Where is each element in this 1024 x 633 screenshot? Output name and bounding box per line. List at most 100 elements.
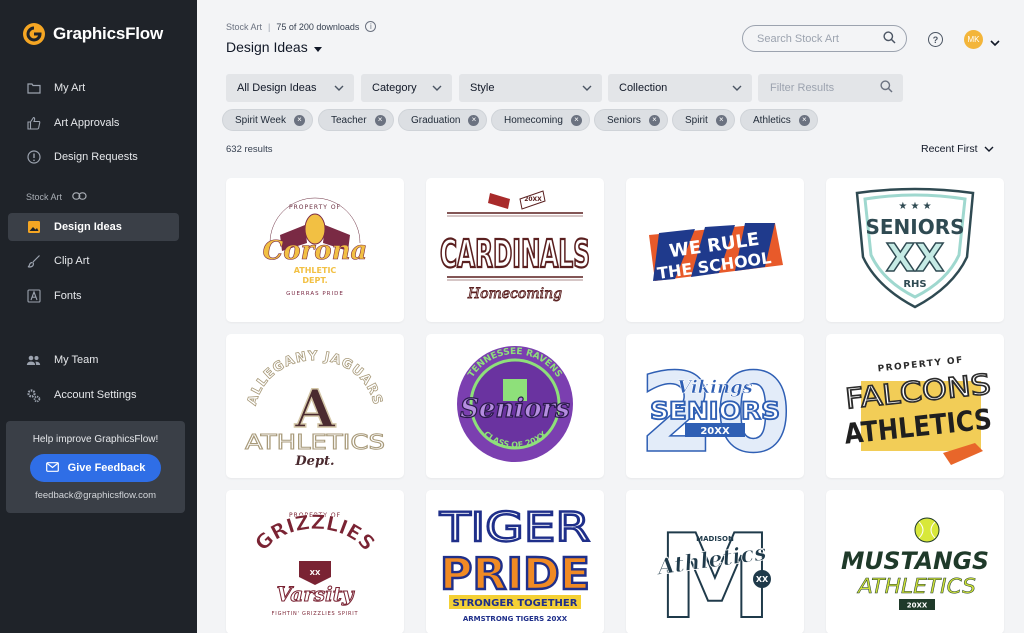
- filter-collection[interactable]: Collection: [608, 74, 752, 102]
- close-icon[interactable]: ×: [798, 114, 810, 126]
- chip-homecoming[interactable]: Homecoming ×: [491, 109, 590, 131]
- sidebar-item-label: Art Approvals: [54, 117, 120, 129]
- design-preview: ALLEGANY JAGUARS A ATHLETICS Dept.: [245, 349, 386, 469]
- design-text: XX: [886, 236, 945, 280]
- sidebar-item-art-approvals[interactable]: Art Approvals: [8, 109, 179, 137]
- filter-style[interactable]: Style: [459, 74, 602, 102]
- sidebar-item-account-settings[interactable]: Account Settings: [8, 381, 179, 409]
- design-text: Dept.: [294, 454, 334, 469]
- design-card-allegany-jaguars[interactable]: ALLEGANY JAGUARS A ATHLETICS Dept.: [226, 334, 404, 478]
- chip-teacher[interactable]: Teacher ×: [318, 109, 394, 131]
- design-card-seniors-rhs[interactable]: ★ ★ ★ SENIORS XX RHS: [826, 178, 1004, 322]
- design-card-vikings-seniors[interactable]: 20 Vikings SENIORS 20XX: [626, 334, 804, 478]
- design-card-mustangs-athletics[interactable]: MUSTANGS ATHLETICS 20XX: [826, 490, 1004, 633]
- sidebar-item-label: Account Settings: [54, 389, 137, 401]
- design-text: Seniors: [460, 394, 570, 424]
- design-text: Vikings: [677, 377, 753, 398]
- close-icon[interactable]: ×: [570, 114, 582, 126]
- chip-athletics[interactable]: Athletics ×: [740, 109, 818, 131]
- avatar[interactable]: MK: [964, 30, 983, 49]
- sidebar-item-label: My Team: [54, 354, 99, 366]
- feedback-panel-title: Help improve GraphicsFlow!: [32, 434, 159, 445]
- design-text: 20XX: [524, 196, 542, 203]
- design-card-tiger-pride[interactable]: TIGER PRIDE STRONGER TOGETHER ARMSTRONG …: [426, 490, 604, 633]
- chip-spirit[interactable]: Spirit ×: [672, 109, 735, 131]
- font-icon: [26, 289, 41, 304]
- sidebar-item-my-art[interactable]: My Art: [8, 74, 179, 102]
- chip-label: Spirit: [685, 114, 708, 126]
- sidebar-item-label: Fonts: [54, 290, 82, 302]
- chevron-down-icon: [984, 143, 994, 155]
- design-card-madison-athletics[interactable]: M MADISON Athletics XX: [626, 490, 804, 633]
- design-preview: PROPERTY OF GRIZZLIES XX Varsity FIGHTIN…: [250, 509, 381, 617]
- design-preview: PROPERTY OF FALCONS ATHLETICS: [843, 356, 993, 465]
- design-text: ★ ★ ★: [898, 201, 931, 212]
- breadcrumb-separator: |: [268, 21, 271, 32]
- close-icon[interactable]: ×: [715, 114, 727, 126]
- breadcrumb-stock-art[interactable]: Stock Art: [226, 22, 262, 32]
- chevron-down-icon: [432, 82, 442, 94]
- design-card-tennessee-ravens[interactable]: TENNESSEE RAVENS Seniors CLASS OF 20XX: [426, 334, 604, 478]
- chip-label: Homecoming: [504, 114, 563, 126]
- design-text: SENIORS: [650, 397, 780, 425]
- info-icon[interactable]: i: [365, 21, 377, 32]
- sort-dropdown[interactable]: Recent First: [921, 143, 994, 155]
- sidebar-item-design-ideas[interactable]: Design Ideas: [8, 213, 179, 241]
- svg-text:GRIZZLIES: GRIZZLIES: [250, 510, 380, 556]
- design-card-cardinals-homecoming[interactable]: 20XX CARDINALS Homecoming: [426, 178, 604, 322]
- caret-down-icon: [313, 39, 322, 55]
- brush-icon: [26, 254, 41, 269]
- design-text: 20XX: [740, 272, 754, 280]
- design-text: GUERRAS PRIDE: [286, 291, 344, 297]
- filter-results-input[interactable]: Filter Results: [758, 74, 903, 102]
- sidebar-item-clip-art[interactable]: Clip Art: [8, 247, 179, 275]
- design-card-corona-athletic[interactable]: PROPERTY OF 20 XX Corona ATHLETIC DEPT. …: [226, 178, 404, 322]
- results-count: 632 results: [226, 144, 273, 155]
- sidebar-item-design-requests[interactable]: Design Requests: [8, 143, 179, 171]
- design-card-we-rule-the-school[interactable]: WE RULE THE SCHOOL 20XX: [626, 178, 804, 322]
- filter-category[interactable]: Category: [361, 74, 452, 102]
- sidebar-item-my-team[interactable]: My Team: [8, 346, 179, 374]
- mail-icon: [45, 461, 59, 475]
- search-icon[interactable]: [883, 30, 896, 47]
- filter-all-design-ideas[interactable]: All Design Ideas: [226, 74, 354, 102]
- design-preview: 20 Vikings SENIORS 20XX: [638, 348, 793, 471]
- chip-label: Spirit Week: [235, 114, 286, 126]
- design-text: ATHLETICS: [245, 430, 385, 454]
- page-title[interactable]: Design Ideas: [226, 39, 322, 55]
- chip-spirit-week[interactable]: Spirit Week ×: [222, 109, 313, 131]
- help-icon[interactable]: ?: [928, 32, 943, 47]
- close-icon[interactable]: ×: [468, 114, 480, 126]
- filter-label: Collection: [619, 82, 668, 94]
- design-text: Varsity: [277, 582, 355, 606]
- sidebar: GraphicsFlow My Art Art Approvals Design…: [0, 0, 197, 633]
- brand-logo[interactable]: GraphicsFlow: [22, 22, 163, 46]
- design-preview: TENNESSEE RAVENS Seniors CLASS OF 20XX: [457, 346, 573, 462]
- chevron-down-icon[interactable]: [990, 34, 1000, 52]
- thumbs-up-icon: [26, 116, 41, 131]
- feedback-email[interactable]: feedback@graphicsflow.com: [6, 490, 185, 501]
- design-card-falcons-athletics[interactable]: PROPERTY OF FALCONS ATHLETICS: [826, 334, 1004, 478]
- close-icon[interactable]: ×: [374, 114, 386, 126]
- give-feedback-button[interactable]: Give Feedback: [30, 454, 161, 482]
- chip-seniors[interactable]: Seniors ×: [594, 109, 668, 131]
- chip-graduation[interactable]: Graduation ×: [398, 109, 488, 131]
- close-icon[interactable]: ×: [293, 114, 305, 126]
- link-icon: [72, 192, 87, 202]
- sidebar-item-label: My Art: [54, 82, 86, 94]
- brand-name: GraphicsFlow: [53, 24, 164, 43]
- sidebar-item-fonts[interactable]: Fonts: [8, 282, 179, 310]
- design-card-grizzlies-varsity[interactable]: PROPERTY OF GRIZZLIES XX Varsity FIGHTIN…: [226, 490, 404, 633]
- design-preview: ★ ★ ★ SENIORS XX RHS: [855, 187, 975, 309]
- section-label-text: Stock Art: [26, 192, 63, 202]
- search-input[interactable]: Search Stock Art: [742, 25, 907, 52]
- sidebar-item-label: Design Requests: [54, 151, 138, 163]
- design-preview: TIGER PRIDE STRONGER TOGETHER ARMSTRONG …: [438, 504, 592, 623]
- design-text: XX: [310, 569, 321, 577]
- close-icon[interactable]: ×: [648, 114, 660, 126]
- design-text: STRONGER TOGETHER: [453, 598, 578, 609]
- sidebar-item-label: Design Ideas: [54, 221, 122, 233]
- design-text: Homecoming: [467, 286, 562, 302]
- gear-icon: [26, 388, 41, 403]
- design-text: 20XX: [907, 602, 928, 610]
